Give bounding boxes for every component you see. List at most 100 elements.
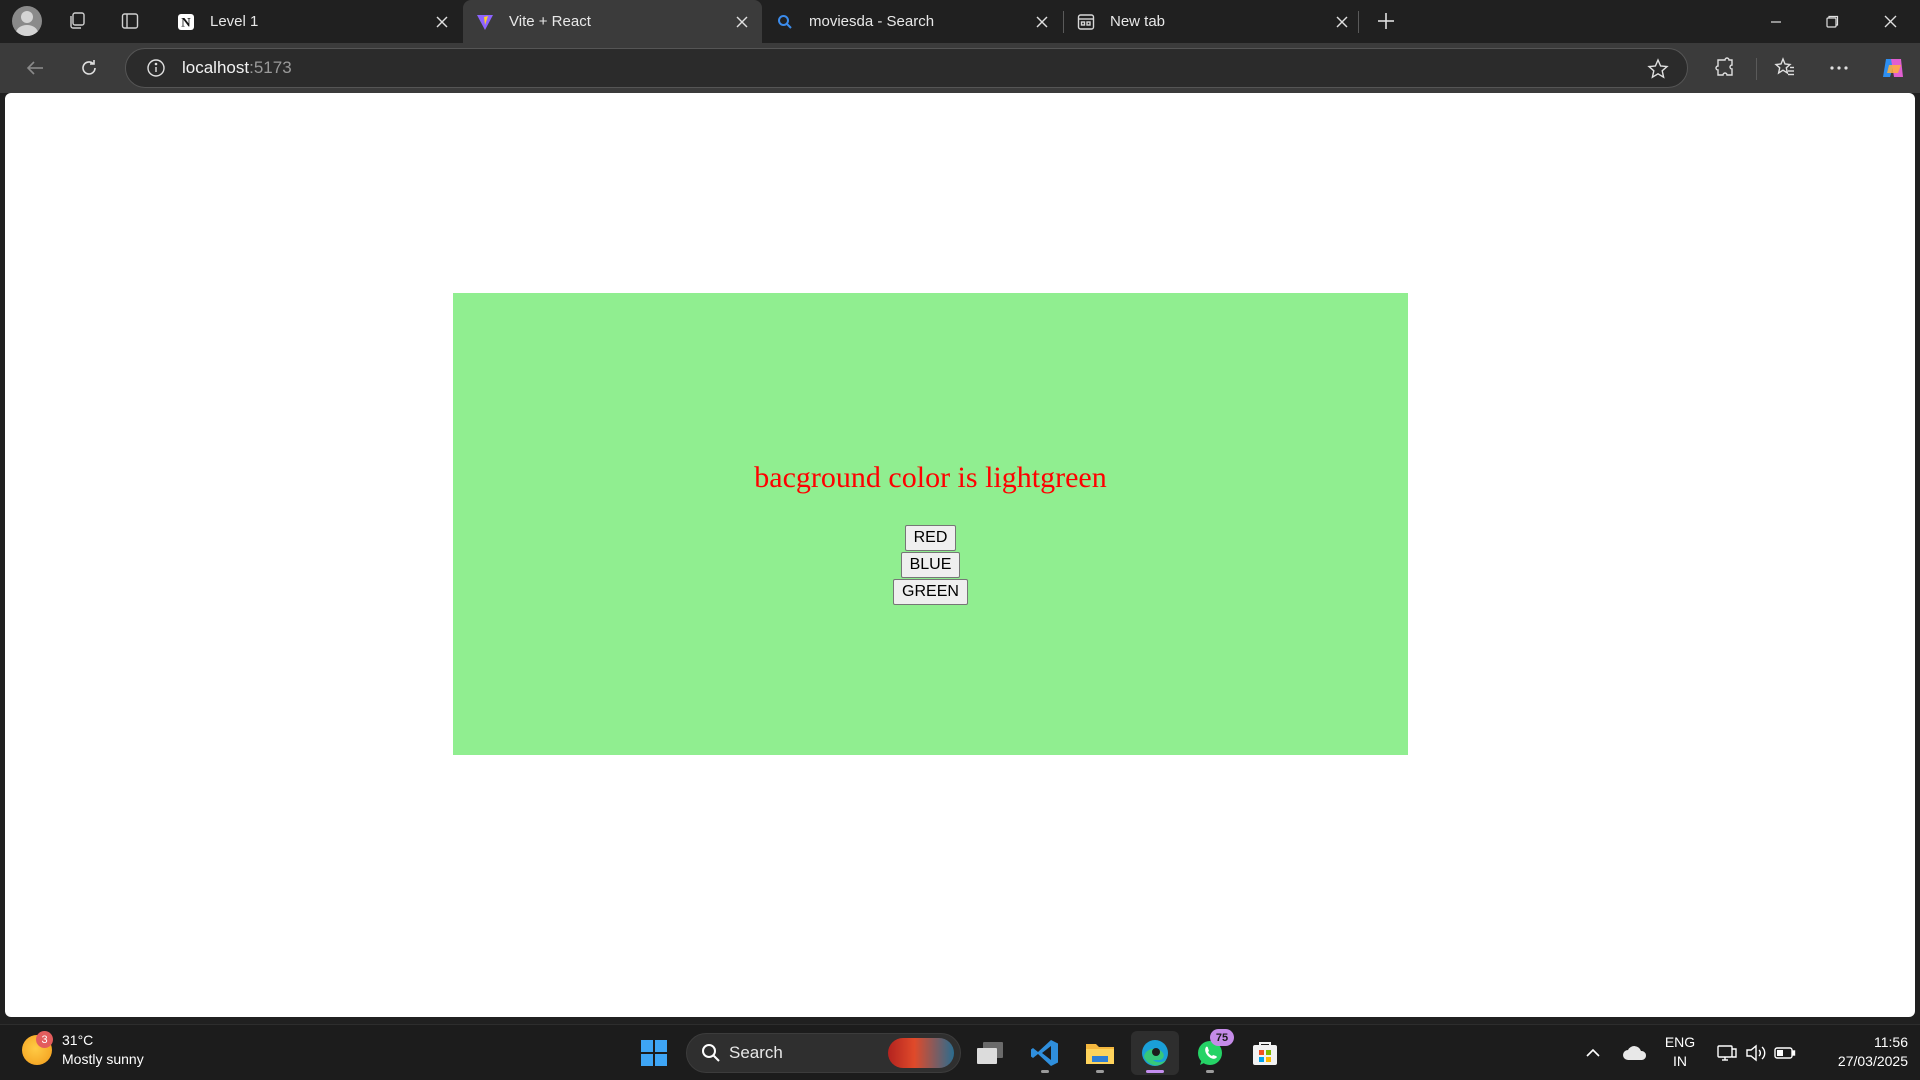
info-icon[interactable] (144, 56, 168, 80)
weather-condition: Mostly sunny (62, 1051, 144, 1067)
search-icon (702, 1044, 720, 1062)
vertical-tabs-button[interactable] (110, 5, 150, 37)
close-icon (1884, 15, 1896, 28)
minimize-button[interactable] (1748, 0, 1804, 43)
whatsapp-badge: 75 (1210, 1029, 1234, 1046)
back-button[interactable] (16, 50, 54, 86)
search-icon (775, 12, 795, 32)
profile-button[interactable] (7, 5, 47, 37)
arrow-left-icon (26, 61, 43, 75)
profile-avatar (12, 6, 42, 36)
new-tab-icon (1076, 12, 1096, 32)
close-tab-button[interactable] (1328, 8, 1356, 36)
color-button-group: RED BLUE GREEN (893, 525, 968, 605)
vertical-tabs-icon (121, 13, 139, 29)
close-tab-button[interactable] (728, 8, 756, 36)
clock-time: 11:56 (1874, 1034, 1908, 1050)
weather-temp: 31°C (62, 1032, 94, 1048)
page-viewport: bacground color is lightgreen RED BLUE G… (5, 93, 1915, 1017)
weather-sun-icon: 3 (22, 1031, 53, 1065)
color-app-container: bacground color is lightgreen RED BLUE G… (453, 293, 1408, 755)
copilot-button[interactable] (1874, 50, 1912, 86)
toolbar-separator (1756, 58, 1757, 80)
tab-level-1[interactable]: N Level 1 (164, 0, 462, 43)
tab-moviesda-search[interactable]: moviesda - Search (763, 0, 1062, 43)
reload-icon (82, 60, 96, 75)
network-icon[interactable] (1715, 1041, 1739, 1065)
close-icon (1336, 16, 1348, 27)
vscode-icon (1031, 1040, 1058, 1066)
clock-date: 27/03/2025 (1837, 1053, 1908, 1069)
volume-icon[interactable] (1744, 1041, 1768, 1065)
reload-button[interactable] (70, 50, 108, 86)
tab-new-tab[interactable]: New tab (1064, 0, 1362, 43)
tab-vite-react[interactable]: Vite + React (463, 0, 762, 43)
tab-strip: N Level 1 Vite + React moviesda - Search… (0, 0, 1920, 43)
url-text: localhost:5173 (182, 58, 292, 78)
close-icon (736, 16, 748, 27)
tab-separator (1358, 11, 1359, 33)
vite-icon (475, 12, 495, 32)
more-icon (1830, 66, 1848, 70)
tab-title: New tab (1110, 13, 1166, 30)
clock[interactable]: 11:56 27/03/2025 (1812, 1033, 1908, 1071)
language-line2: IN (1673, 1053, 1687, 1069)
close-icon (436, 16, 448, 27)
search-label: Search (729, 1043, 783, 1062)
active-indicator (1146, 1070, 1164, 1073)
workspaces-icon (70, 12, 85, 29)
favorites-icon (1774, 57, 1794, 76)
chevron-up-icon (1586, 1048, 1600, 1057)
running-indicator (1041, 1070, 1049, 1073)
vscode-taskbar-button[interactable] (1021, 1031, 1069, 1075)
restore-icon (1825, 15, 1838, 28)
search-highlight-image (888, 1038, 954, 1068)
task-view-button[interactable] (966, 1031, 1014, 1075)
favorite-star-button[interactable] (1645, 56, 1671, 82)
folder-icon (1086, 1044, 1114, 1064)
whatsapp-taskbar-button[interactable]: 75 (1186, 1029, 1234, 1075)
running-indicator (1206, 1070, 1214, 1073)
edge-taskbar-button[interactable] (1131, 1031, 1179, 1075)
close-icon (1036, 16, 1048, 27)
weather-widget[interactable]: 3 31°C Mostly sunny (22, 1031, 144, 1069)
running-indicator (1096, 1070, 1104, 1073)
close-tab-button[interactable] (428, 8, 456, 36)
weather-text: 31°C Mostly sunny (62, 1031, 144, 1069)
address-bar[interactable]: localhost:5173 (125, 48, 1688, 88)
onedrive-icon[interactable] (1620, 1041, 1650, 1065)
tab-title: Vite + React (509, 13, 591, 30)
extensions-button[interactable] (1706, 50, 1744, 86)
blue-button[interactable]: BLUE (900, 552, 961, 578)
workspaces-button[interactable] (57, 5, 97, 37)
taskbar-search[interactable]: Search (686, 1033, 961, 1073)
weather-badge: 3 (36, 1031, 53, 1048)
url-port: :5173 (249, 58, 292, 77)
star-icon (1647, 58, 1669, 79)
copilot-icon (1883, 59, 1903, 77)
start-button[interactable] (630, 1031, 678, 1075)
puzzle-icon (1715, 57, 1733, 76)
tab-title: moviesda - Search (809, 13, 935, 30)
file-explorer-button[interactable] (1076, 1031, 1124, 1075)
close-window-button[interactable] (1862, 0, 1918, 43)
plus-icon (1378, 13, 1394, 29)
store-taskbar-button[interactable] (1241, 1031, 1289, 1075)
new-tab-button[interactable] (1366, 5, 1406, 37)
edge-icon (1142, 1040, 1168, 1066)
tab-title: Level 1 (210, 13, 259, 30)
browser-toolbar: localhost:5173 (0, 43, 1920, 93)
task-view-icon (977, 1042, 1003, 1064)
red-button[interactable]: RED (904, 525, 957, 551)
battery-icon[interactable] (1773, 1041, 1797, 1065)
language-line1: ENG (1664, 1034, 1696, 1050)
more-menu-button[interactable] (1820, 50, 1858, 86)
language-indicator[interactable]: ENG IN (1660, 1033, 1700, 1071)
close-tab-button[interactable] (1028, 8, 1056, 36)
show-hidden-icons-button[interactable] (1581, 1041, 1605, 1065)
restore-button[interactable] (1804, 0, 1860, 43)
green-button[interactable]: GREEN (893, 579, 968, 605)
favorites-button[interactable] (1766, 50, 1804, 86)
windows-taskbar: 3 31°C Mostly sunny Search 75 ENG IN 11:… (0, 1024, 1920, 1080)
svg-text:N: N (181, 14, 191, 29)
